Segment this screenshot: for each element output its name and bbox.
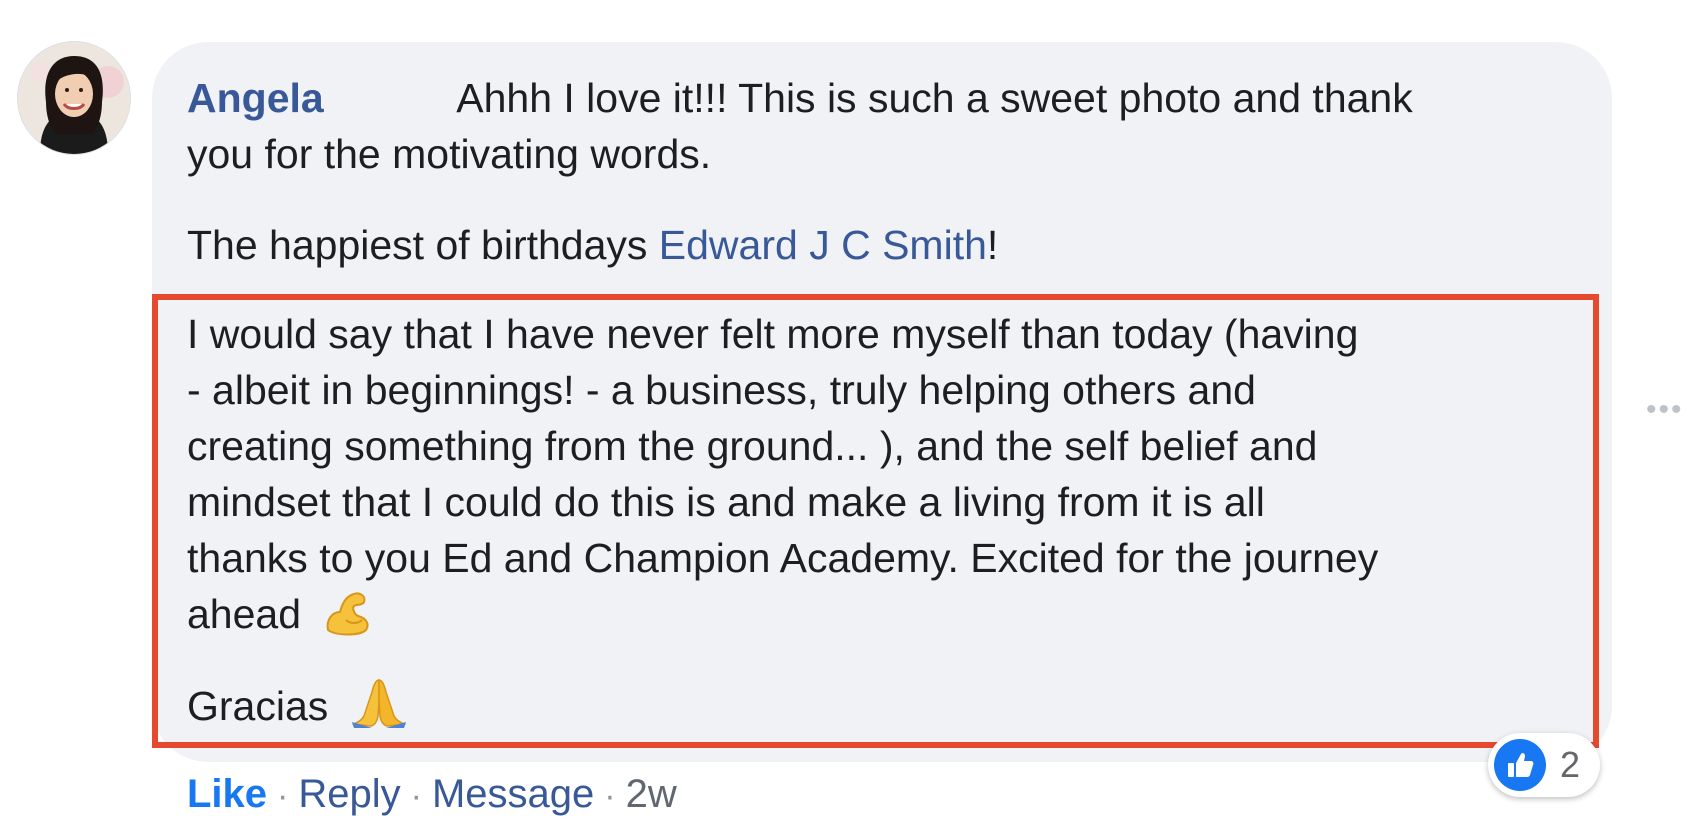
comment-actions: Like · Reply · Message · 2w <box>187 766 677 824</box>
separator: · <box>604 777 616 815</box>
more-options-icon[interactable]: ••• <box>1646 395 1684 425</box>
reactions-summary[interactable]: 2 <box>1488 733 1600 797</box>
birthday-text: The happiest of birthdays <box>187 222 659 268</box>
birthday-exclaim: ! <box>986 222 999 268</box>
mention-link[interactable]: Edward J C Smith <box>659 222 987 268</box>
comment-line-2: you for the motivating words. <box>187 131 712 177</box>
separator: · <box>277 777 289 815</box>
separator: · <box>410 777 422 815</box>
author-name[interactable]: Angela <box>187 75 324 121</box>
comment-thread: Angela Ahhh I love it!!! This is such a … <box>0 0 1705 833</box>
comment-text: Ahhh I love it!!! This is such a sweet p… <box>456 75 1413 121</box>
thumbs-up-icon <box>1494 739 1546 791</box>
comment-line-1: Angela Ahhh I love it!!! This is such a … <box>187 70 1413 126</box>
reaction-count: 2 <box>1560 744 1581 785</box>
birthday-line: The happiest of birthdays Edward J C Smi… <box>187 217 998 273</box>
profile-photo <box>18 42 130 154</box>
avatar[interactable] <box>18 42 130 154</box>
like-button[interactable]: Like <box>187 772 267 816</box>
message-button[interactable]: Message <box>432 772 594 816</box>
timestamp[interactable]: 2w <box>626 772 677 816</box>
highlight-annotation-box <box>152 294 1599 748</box>
reply-button[interactable]: Reply <box>298 772 400 816</box>
